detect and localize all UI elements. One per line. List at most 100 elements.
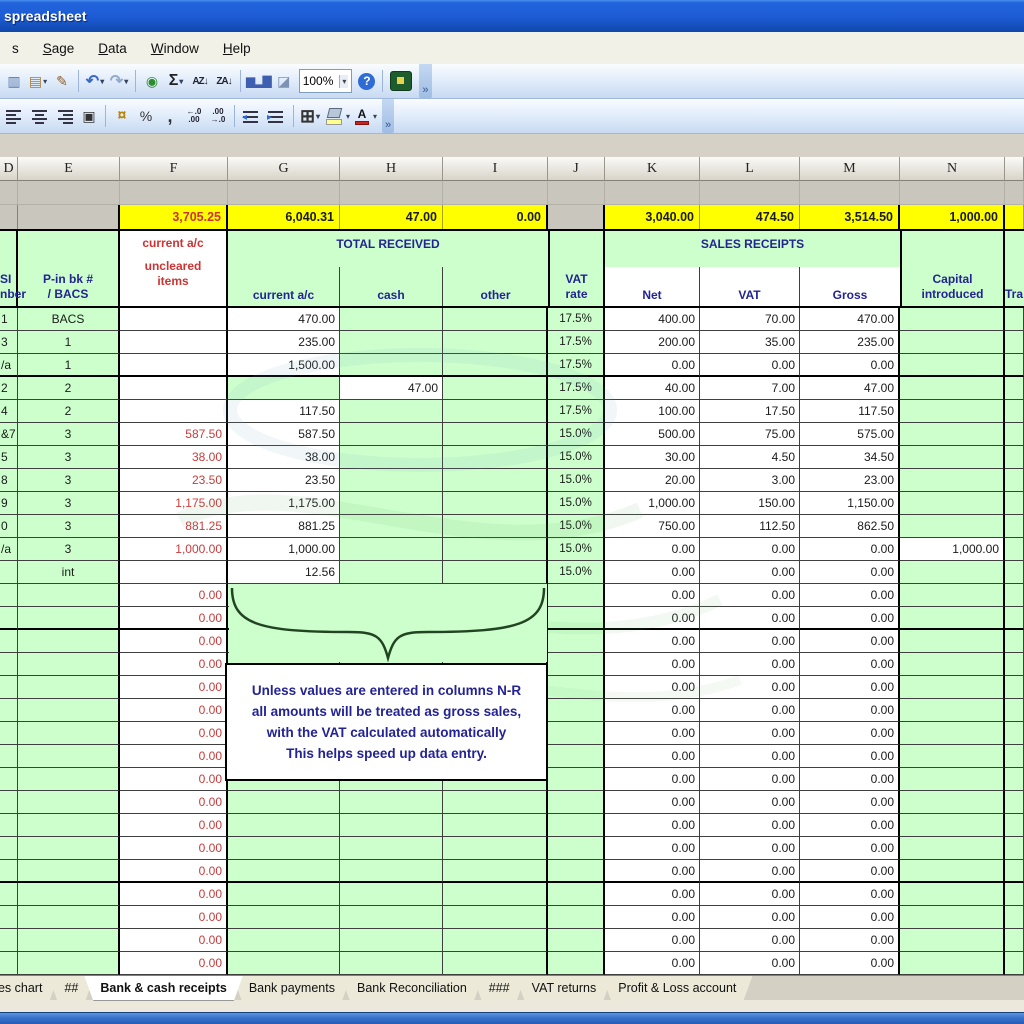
cell-n-row14[interactable] [900, 607, 1005, 630]
cell-i-row9[interactable] [443, 492, 548, 515]
cell-k-row22[interactable]: 0.00 [605, 791, 700, 814]
cell-l-row22[interactable]: 0.00 [700, 791, 800, 814]
cell-e-row7[interactable]: 3 [18, 446, 120, 469]
cell-g-row27[interactable] [228, 906, 340, 929]
cell-g-row5[interactable]: 117.50 [228, 400, 340, 423]
cell-f-row12[interactable] [120, 561, 228, 584]
cell-f-row20[interactable]: 0.00 [120, 745, 228, 768]
cell-e-row29[interactable] [18, 952, 120, 975]
sort-descending-icon[interactable]: ZA↓ [213, 69, 235, 93]
header-gross[interactable]: Gross [800, 267, 900, 306]
cell-i-row25[interactable] [443, 860, 548, 883]
cell-g-row7[interactable]: 38.00 [228, 446, 340, 469]
spacer-cell[interactable] [228, 181, 340, 205]
cell-l-row7[interactable]: 4.50 [700, 446, 800, 469]
cell-k-row11[interactable]: 0.00 [605, 538, 700, 561]
cell-n-row29[interactable] [900, 952, 1005, 975]
cell-n-row24[interactable] [900, 837, 1005, 860]
cell-h-row25[interactable] [340, 860, 443, 883]
cell-e-row10[interactable]: 3 [18, 515, 120, 538]
spacer-cell[interactable] [18, 181, 120, 205]
cell-i-row26[interactable] [443, 883, 548, 906]
cell-h-row27[interactable] [340, 906, 443, 929]
cell-e-row9[interactable]: 3 [18, 492, 120, 515]
cell-k-row27[interactable]: 0.00 [605, 906, 700, 929]
cell-k-row21[interactable]: 0.00 [605, 768, 700, 791]
cell-d-row17[interactable] [0, 676, 18, 699]
tab-bank-payments[interactable]: Bank payments [233, 976, 351, 1001]
total-cell-g[interactable]: 6,040.31 [228, 205, 340, 229]
header-vat[interactable]: VAT [700, 267, 800, 306]
cell-g-row8[interactable]: 23.50 [228, 469, 340, 492]
cell-o-row28[interactable] [1005, 929, 1024, 952]
sage-icon[interactable] [390, 71, 412, 91]
cell-f-row15[interactable]: 0.00 [120, 630, 228, 653]
cell-n-row6[interactable] [900, 423, 1005, 446]
cell-f-row1[interactable] [120, 308, 228, 331]
column-header-E[interactable]: E [18, 157, 120, 181]
cell-e-row17[interactable] [18, 676, 120, 699]
cell-f-row6[interactable]: 587.50 [120, 423, 228, 446]
cell-e-row2[interactable]: 1 [18, 331, 120, 354]
cell-m-row3[interactable]: 0.00 [800, 354, 900, 377]
cell-f-row11[interactable]: 1,000.00 [120, 538, 228, 561]
cell-l-row19[interactable]: 0.00 [700, 722, 800, 745]
cell-j-row11[interactable]: 15.0% [548, 538, 605, 561]
cell-m-row26[interactable]: 0.00 [800, 883, 900, 906]
cell-i-row11[interactable] [443, 538, 548, 561]
cell-l-row10[interactable]: 112.50 [700, 515, 800, 538]
total-cell-i[interactable]: 0.00 [443, 205, 548, 229]
cell-n-row3[interactable] [900, 354, 1005, 377]
cell-k-row10[interactable]: 750.00 [605, 515, 700, 538]
cell-e-row24[interactable] [18, 837, 120, 860]
cell-k-row5[interactable]: 100.00 [605, 400, 700, 423]
cell-o-row5[interactable] [1005, 400, 1024, 423]
cell-j-row1[interactable]: 17.5% [548, 308, 605, 331]
cell-n-row23[interactable] [900, 814, 1005, 837]
cell-k-row20[interactable]: 0.00 [605, 745, 700, 768]
cell-h-row5[interactable] [340, 400, 443, 423]
cell-h-row6[interactable] [340, 423, 443, 446]
cell-d-row28[interactable] [0, 929, 18, 952]
merge-center-icon[interactable]: ▣ [78, 104, 100, 128]
cell-h-row26[interactable] [340, 883, 443, 906]
cell-d-row20[interactable] [0, 745, 18, 768]
column-header-partial[interactable] [1005, 157, 1024, 181]
cell-h-row28[interactable] [340, 929, 443, 952]
cell-k-row13[interactable]: 0.00 [605, 584, 700, 607]
cell-j-row25[interactable] [548, 860, 605, 883]
header-paying-in-book[interactable]: P-in bk # / BACS [18, 231, 120, 306]
cell-l-row8[interactable]: 3.00 [700, 469, 800, 492]
cell-d-row14[interactable] [0, 607, 18, 630]
cell-j-row3[interactable]: 17.5% [548, 354, 605, 377]
redo-icon[interactable]: ↷▾ [108, 69, 130, 93]
cell-e-row21[interactable] [18, 768, 120, 791]
cell-n-row20[interactable] [900, 745, 1005, 768]
cell-o-row2[interactable] [1005, 331, 1024, 354]
cell-j-row22[interactable] [548, 791, 605, 814]
chevron-down-icon[interactable]: ▾ [373, 112, 377, 121]
cell-o-row25[interactable] [1005, 860, 1024, 883]
cell-o-row14[interactable] [1005, 607, 1024, 630]
cell-n-row21[interactable] [900, 768, 1005, 791]
cell-m-row22[interactable]: 0.00 [800, 791, 900, 814]
cell-j-row2[interactable]: 17.5% [548, 331, 605, 354]
total-cell-e[interactable] [18, 205, 120, 229]
tab-bank-cash-receipts[interactable]: Bank & cash receipts [84, 976, 242, 1001]
align-right-icon[interactable] [53, 104, 76, 128]
cell-h-row10[interactable] [340, 515, 443, 538]
spacer-cell[interactable] [900, 181, 1005, 205]
cell-d-row18[interactable] [0, 699, 18, 722]
total-cell-l[interactable]: 474.50 [700, 205, 800, 229]
title-bar[interactable]: spreadsheet [0, 0, 1024, 32]
cell-d-row5[interactable]: 4 [0, 400, 18, 423]
cell-l-row13[interactable]: 0.00 [700, 584, 800, 607]
cell-n-row10[interactable] [900, 515, 1005, 538]
cell-d-row21[interactable] [0, 768, 18, 791]
cell-f-row25[interactable]: 0.00 [120, 860, 228, 883]
chevron-down-icon[interactable]: ▾ [346, 112, 350, 121]
header-other[interactable]: other [443, 267, 548, 306]
cell-o-row12[interactable] [1005, 561, 1024, 584]
cell-o-row1[interactable] [1005, 308, 1024, 331]
cell-n-row17[interactable] [900, 676, 1005, 699]
